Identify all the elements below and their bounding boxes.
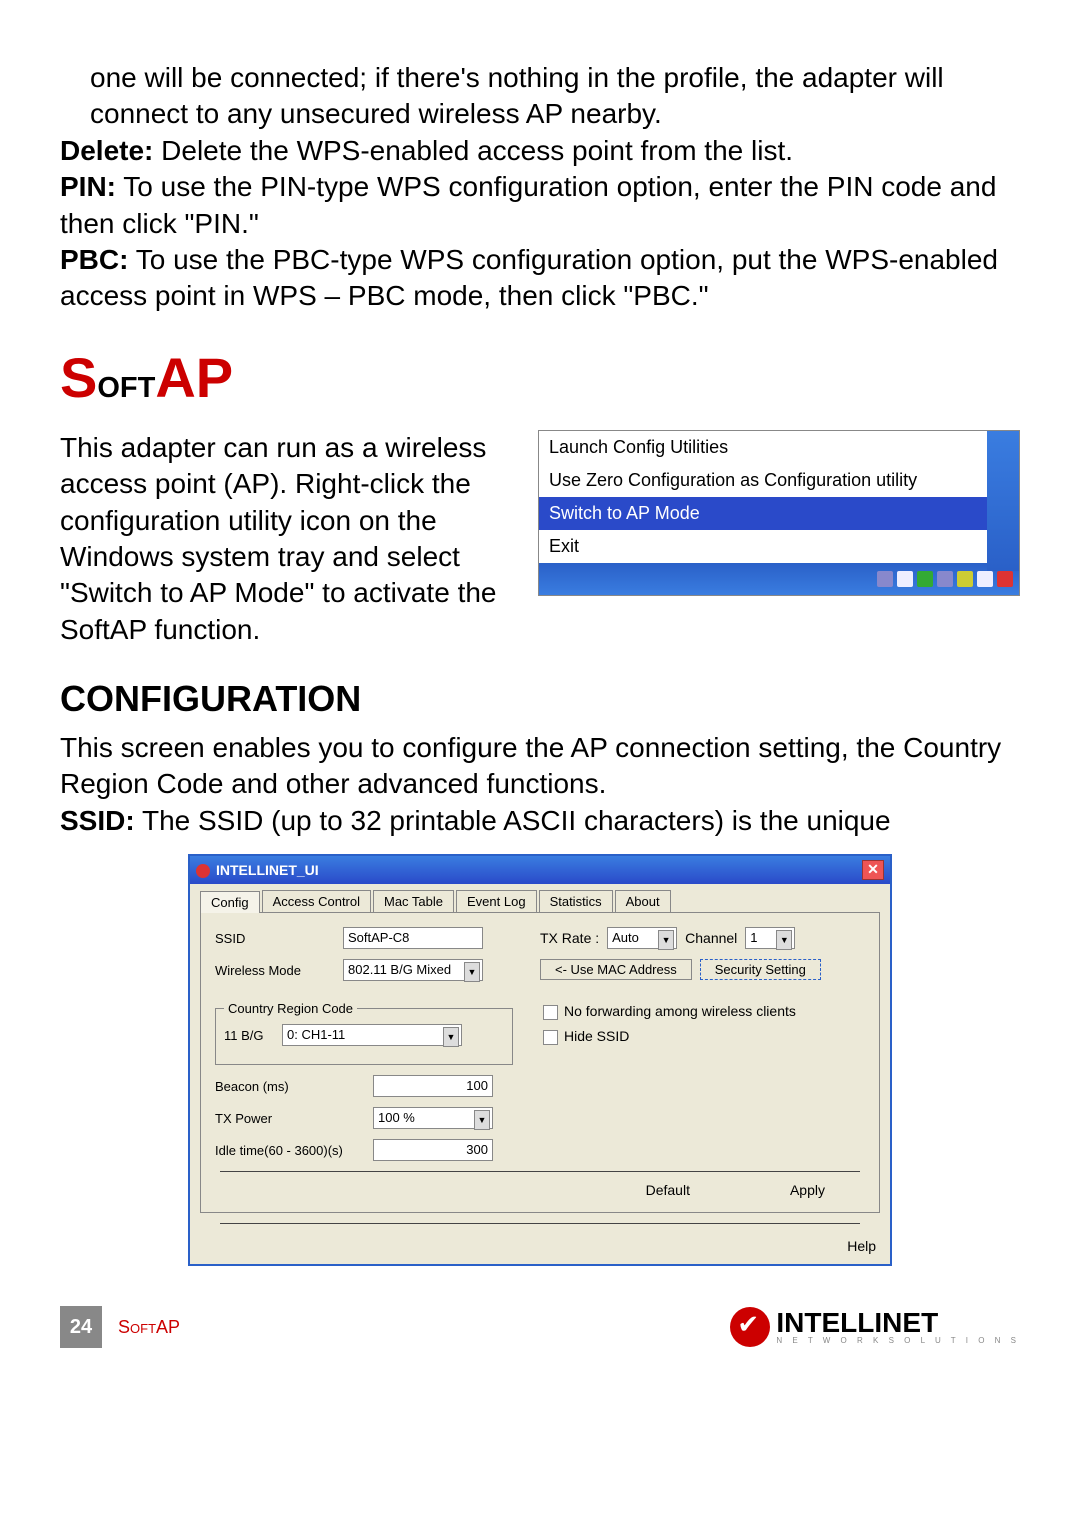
window-title: INTELLINET_UI (216, 862, 319, 878)
pin-line: PIN: To use the PIN-type WPS configurati… (60, 169, 1020, 242)
ctx-item-switch-ap[interactable]: Switch to AP Mode (539, 497, 1019, 530)
system-tray (539, 563, 1019, 595)
divider (220, 1171, 860, 1172)
checkmark-icon (730, 1307, 770, 1347)
tray-icon[interactable] (937, 571, 953, 587)
tray-icon[interactable] (957, 571, 973, 587)
txrate-select[interactable]: Auto (607, 927, 677, 949)
tab-statistics[interactable]: Statistics (539, 890, 613, 912)
country-region-fieldset: Country Region Code 11 B/G 0: CH1-11 (215, 1001, 513, 1065)
ssid-line: SSID: The SSID (up to 32 printable ASCII… (60, 803, 1020, 839)
divider (220, 1223, 860, 1224)
tab-mac-table[interactable]: Mac Table (373, 890, 454, 912)
footer-section-label: SoftAP (118, 1317, 180, 1338)
channel-select[interactable]: 1 (745, 927, 795, 949)
close-button[interactable]: ✕ (862, 860, 884, 880)
crc-legend: Country Region Code (224, 1001, 357, 1016)
apply-button[interactable]: Apply (790, 1182, 825, 1198)
tray-icon[interactable] (997, 571, 1013, 587)
idle-label: Idle time(60 - 3600)(s) (215, 1143, 365, 1158)
tray-icon[interactable] (917, 571, 933, 587)
channel-label: Channel (685, 930, 737, 946)
delete-line: Delete: Delete the WPS-enabled access po… (60, 133, 1020, 169)
beacon-input[interactable]: 100 (373, 1075, 493, 1097)
crc-label: 11 B/G (224, 1028, 274, 1043)
context-menu-screenshot: Launch Config Utilities Use Zero Configu… (538, 430, 1020, 596)
ctx-item-launch[interactable]: Launch Config Utilities (539, 431, 1019, 464)
intellinet-dialog: INTELLINET_UI ✕ Config Access Control Ma… (188, 854, 892, 1266)
idle-input[interactable]: 300 (373, 1139, 493, 1161)
tab-strip: Config Access Control Mac Table Event Lo… (190, 884, 890, 912)
default-button[interactable]: Default (646, 1182, 690, 1198)
brand-logo: INTELLINET N E T W O R K S O L U T I O N… (730, 1307, 1020, 1347)
page-number: 24 (60, 1306, 102, 1348)
softap-heading: SoftAP (60, 345, 1020, 410)
security-setting-button[interactable]: Security Setting (700, 959, 821, 980)
config-intro: This screen enables you to configure the… (60, 730, 1020, 803)
intro-continuation: one will be connected; if there's nothin… (60, 60, 1020, 133)
window-titlebar: INTELLINET_UI ✕ (190, 856, 890, 884)
hide-ssid-checkbox[interactable]: Hide SSID (543, 1028, 865, 1045)
beacon-label: Beacon (ms) (215, 1079, 365, 1094)
no-forward-checkbox[interactable]: No forwarding among wireless clients (543, 1003, 865, 1020)
ctx-item-exit[interactable]: Exit (539, 530, 1019, 563)
context-menu: Launch Config Utilities Use Zero Configu… (539, 431, 1019, 563)
app-icon (196, 864, 210, 878)
txrate-label: TX Rate : (540, 930, 599, 946)
wireless-mode-label: Wireless Mode (215, 963, 335, 978)
use-mac-button[interactable]: <- Use MAC Address (540, 959, 692, 980)
brand-name: INTELLINET (776, 1309, 1020, 1337)
tab-about[interactable]: About (615, 890, 671, 912)
ssid-input[interactable]: SoftAP-C8 (343, 927, 483, 949)
body-text-block: one will be connected; if there's nothin… (60, 60, 1020, 315)
tab-event-log[interactable]: Event Log (456, 890, 537, 912)
config-panel: SSID SoftAP-C8 Wireless Mode 802.11 B/G … (200, 912, 880, 1213)
ssid-label: SSID (215, 931, 335, 946)
tray-icon[interactable] (877, 571, 893, 587)
pbc-line: PBC: To use the PBC-type WPS configurati… (60, 242, 1020, 315)
ctx-item-zero[interactable]: Use Zero Configuration as Configuration … (539, 464, 1019, 497)
help-button[interactable]: Help (847, 1238, 876, 1254)
crc-select[interactable]: 0: CH1-11 (282, 1024, 462, 1046)
page-footer: 24 SoftAP INTELLINET N E T W O R K S O L… (60, 1306, 1020, 1348)
txpower-select[interactable]: 100 % (373, 1107, 493, 1129)
configuration-heading: CONFIGURATION (60, 678, 1020, 720)
desktop-edge (987, 431, 1019, 571)
txpower-label: TX Power (215, 1111, 365, 1126)
tab-access-control[interactable]: Access Control (262, 890, 371, 912)
brand-tagline: N E T W O R K S O L U T I O N S (776, 1337, 1020, 1345)
tray-icon[interactable] (977, 571, 993, 587)
tab-config[interactable]: Config (200, 891, 260, 913)
tray-icon[interactable] (897, 571, 913, 587)
wireless-mode-select[interactable]: 802.11 B/G Mixed (343, 959, 483, 981)
